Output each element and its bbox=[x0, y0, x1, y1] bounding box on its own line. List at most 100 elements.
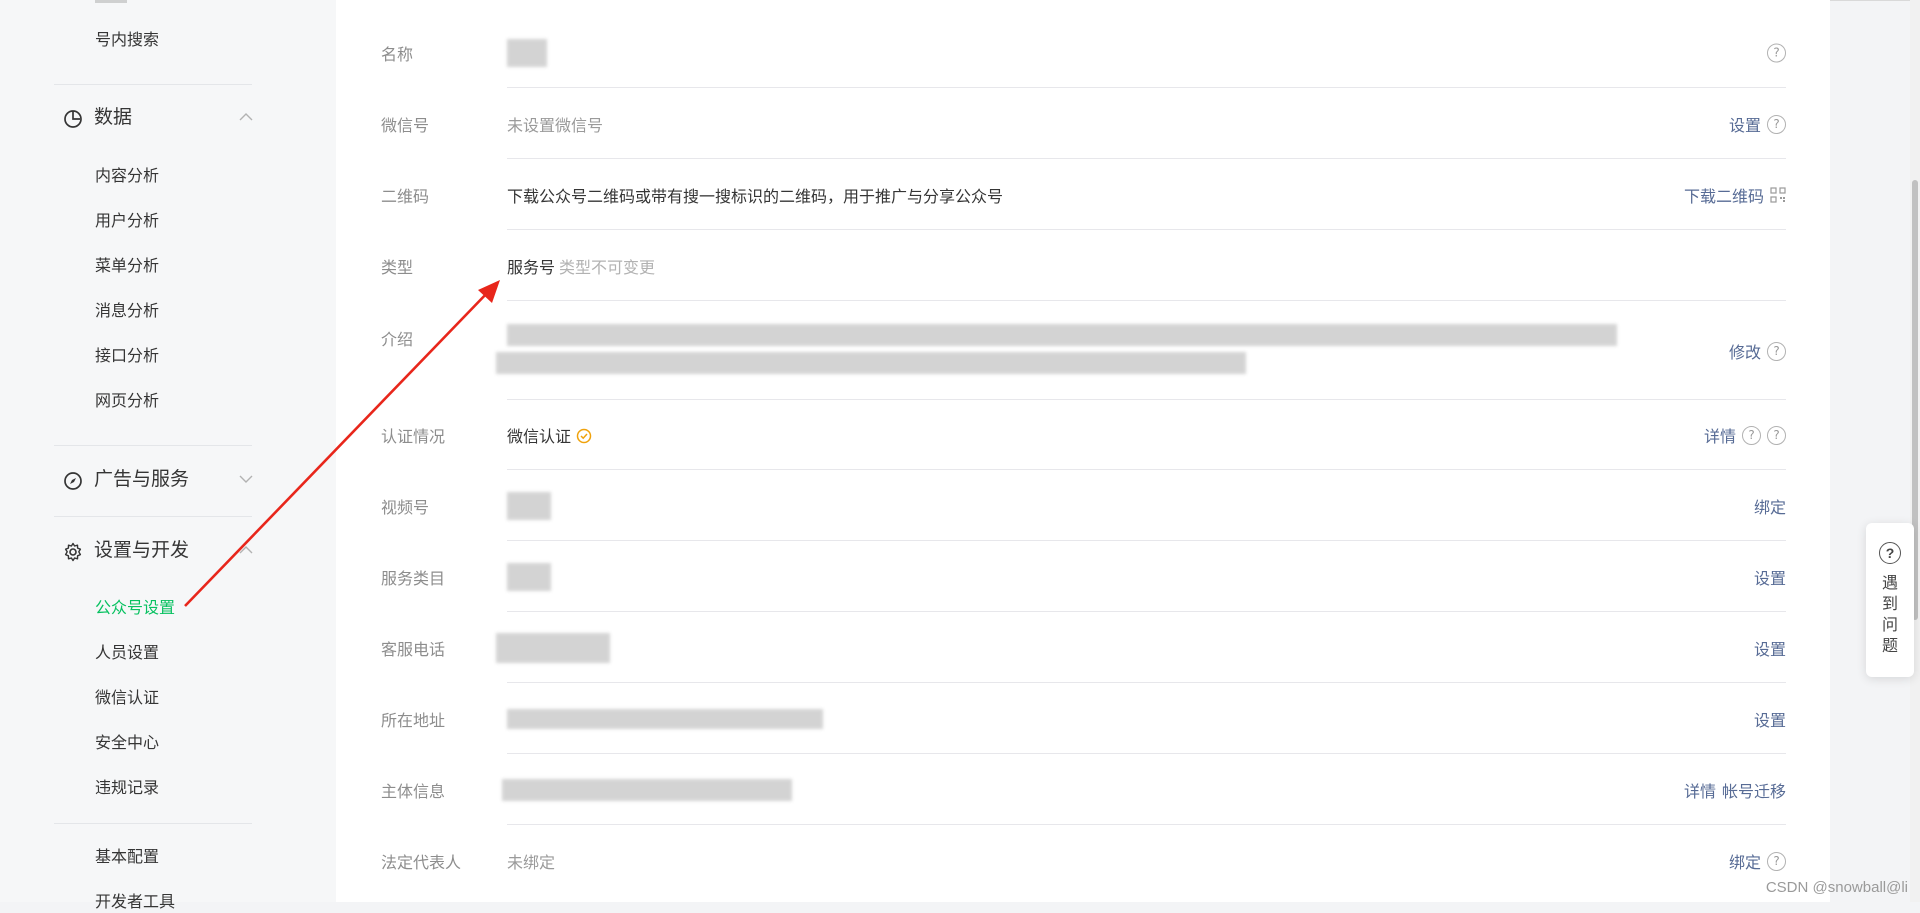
row-actions: 详情 帐号迁移 bbox=[1684, 778, 1786, 802]
help-icon[interactable]: ? bbox=[1767, 851, 1786, 871]
row-label: 名称 bbox=[381, 47, 414, 64]
blurred-value bbox=[502, 779, 792, 801]
sidebar-item-menu-analysis[interactable]: 菜单分析 bbox=[95, 257, 159, 277]
help-icon[interactable]: ? bbox=[1767, 341, 1786, 361]
sidebar-divider bbox=[54, 516, 252, 517]
help-icon[interactable]: ? bbox=[1742, 425, 1761, 445]
row-divider bbox=[507, 682, 1786, 683]
set-address-link[interactable]: 设置 bbox=[1754, 707, 1786, 731]
account-type-note: 类型不可变更 bbox=[559, 260, 656, 277]
settings-row-intro: 介绍 修改 ? bbox=[336, 302, 1786, 400]
sidebar-group-label: 数据 bbox=[94, 107, 133, 128]
row-actions: 设置 bbox=[1754, 565, 1786, 589]
watermark: CSDN @snowball@li bbox=[1765, 879, 1908, 896]
verification-detail-link[interactable]: 详情 bbox=[1704, 423, 1736, 447]
page-scrollbar[interactable] bbox=[1910, 0, 1920, 902]
sidebar-item-search-in-account[interactable]: 号内搜索 bbox=[95, 31, 159, 51]
row-label: 服务类目 bbox=[381, 571, 446, 588]
settings-row-address: 所在地址 设置 bbox=[336, 684, 1786, 754]
row-actions: 设置 bbox=[1754, 707, 1786, 731]
set-service-category-link[interactable]: 设置 bbox=[1754, 565, 1786, 589]
blurred-value bbox=[507, 492, 551, 520]
help-float-char: 到 bbox=[1881, 596, 1898, 613]
row-divider bbox=[507, 824, 1786, 825]
sidebar-item-message-analysis[interactable]: 消息分析 bbox=[95, 302, 159, 322]
row-label: 所在地址 bbox=[381, 713, 446, 730]
set-support-phone-link[interactable]: 设置 bbox=[1754, 636, 1786, 660]
sidebar-item-content-analysis[interactable]: 内容分析 bbox=[95, 167, 159, 187]
sidebar-item-webpage-analysis[interactable]: 网页分析 bbox=[95, 392, 159, 412]
blurred-value bbox=[496, 352, 1246, 374]
help-float-char: 题 bbox=[1881, 638, 1898, 655]
settings-row-service-category: 服务类目 设置 bbox=[336, 542, 1786, 612]
sidebar-item-account-settings[interactable]: 公众号设置 bbox=[95, 599, 175, 619]
qrcode-icon[interactable] bbox=[1770, 187, 1786, 203]
pie-chart-icon bbox=[64, 110, 82, 128]
sidebar-group-data[interactable]: 数据 bbox=[63, 104, 253, 132]
bind-legal-rep-link[interactable]: 绑定 bbox=[1729, 849, 1761, 873]
row-actions: 绑定 bbox=[1754, 494, 1786, 518]
sidebar-item-basic-config[interactable]: 基本配置 bbox=[95, 848, 159, 868]
row-label: 视频号 bbox=[381, 500, 430, 517]
blurred-value bbox=[507, 39, 547, 67]
row-value: 未绑定 bbox=[507, 855, 556, 872]
row-value: 未设置微信号 bbox=[507, 118, 604, 135]
sidebar-item-wechat-verify[interactable]: 微信认证 bbox=[95, 689, 159, 709]
row-actions: ? bbox=[1767, 43, 1786, 63]
entity-detail-link[interactable]: 详情 bbox=[1684, 778, 1716, 802]
account-settings-panel: 名称 ? 微信号 未设置微信号 设置 ? 二维码 下载公众号二维码或带有搜一搜标… bbox=[336, 0, 1830, 902]
row-label: 二维码 bbox=[381, 189, 430, 206]
account-migration-link[interactable]: 帐号迁移 bbox=[1722, 778, 1786, 802]
sidebar-group-label: 广告与服务 bbox=[94, 469, 190, 490]
sidebar-item-member-settings[interactable]: 人员设置 bbox=[95, 644, 159, 664]
help-icon[interactable]: ? bbox=[1767, 43, 1786, 63]
row-divider bbox=[507, 753, 1786, 754]
chevron-up-icon[interactable] bbox=[239, 112, 253, 122]
row-label: 介绍 bbox=[381, 332, 414, 349]
row-actions: 设置 bbox=[1754, 636, 1786, 660]
row-actions: 下载二维码 bbox=[1684, 183, 1786, 207]
row-value: 下载公众号二维码或带有搜一搜标识的二维码，用于推广与分享公众号 bbox=[507, 189, 1004, 206]
row-divider bbox=[507, 158, 1786, 159]
account-type: 服务号 bbox=[507, 260, 556, 277]
compass-icon bbox=[64, 472, 82, 490]
settings-row-name: 名称 ? bbox=[336, 18, 1786, 88]
help-icon[interactable]: ? bbox=[1767, 425, 1786, 445]
download-qrcode-link[interactable]: 下载二维码 bbox=[1684, 183, 1764, 207]
edit-intro-link[interactable]: 修改 bbox=[1729, 339, 1761, 363]
sidebar-divider bbox=[54, 823, 252, 824]
chevron-down-icon[interactable] bbox=[239, 474, 253, 484]
row-label: 主体信息 bbox=[381, 784, 446, 801]
row-divider bbox=[507, 300, 1786, 301]
sidebar-item-developer-tools[interactable]: 开发者工具 bbox=[95, 893, 175, 913]
settings-row-verification: 认证情况 微信认证 详情 ? ? bbox=[336, 400, 1786, 470]
sidebar-item-violation-records[interactable]: 违规记录 bbox=[95, 779, 159, 799]
help-float-text: 遇到问题 bbox=[1866, 573, 1914, 657]
help-float-button[interactable]: ? 遇到问题 bbox=[1866, 523, 1914, 677]
sidebar-group-ads-services[interactable]: 广告与服务 bbox=[63, 466, 253, 494]
row-actions: 绑定 ? bbox=[1729, 849, 1786, 873]
row-label: 类型 bbox=[381, 260, 414, 277]
settings-row-entity-info: 主体信息 详情 帐号迁移 bbox=[336, 755, 1786, 825]
row-divider bbox=[507, 229, 1786, 230]
row-label: 客服电话 bbox=[381, 642, 446, 659]
settings-row-support-phone: 客服电话 设置 bbox=[336, 613, 1786, 683]
row-divider bbox=[507, 469, 1786, 470]
sidebar-item-user-analysis[interactable]: 用户分析 bbox=[95, 212, 159, 232]
sidebar-item-clipped[interactable] bbox=[95, 0, 127, 3]
verified-check-icon bbox=[576, 428, 592, 444]
row-actions: 修改 ? bbox=[1729, 339, 1786, 363]
sidebar-item-security-center[interactable]: 安全中心 bbox=[95, 734, 159, 754]
question-icon: ? bbox=[1879, 542, 1901, 564]
sidebar-item-api-analysis[interactable]: 接口分析 bbox=[95, 347, 159, 367]
settings-row-type: 类型 服务号 类型不可变更 bbox=[336, 231, 1786, 301]
row-value: 服务号 类型不可变更 bbox=[507, 254, 655, 278]
blurred-value bbox=[507, 563, 551, 591]
help-icon[interactable]: ? bbox=[1767, 114, 1786, 134]
row-divider bbox=[507, 540, 1786, 541]
bind-channels-link[interactable]: 绑定 bbox=[1754, 494, 1786, 518]
settings-row-legal-rep: 法定代表人 未绑定 绑定 ? bbox=[336, 826, 1786, 896]
chevron-up-icon[interactable] bbox=[239, 545, 253, 555]
sidebar-group-settings-dev[interactable]: 设置与开发 bbox=[63, 537, 253, 565]
set-wechat-id-link[interactable]: 设置 bbox=[1729, 112, 1761, 136]
